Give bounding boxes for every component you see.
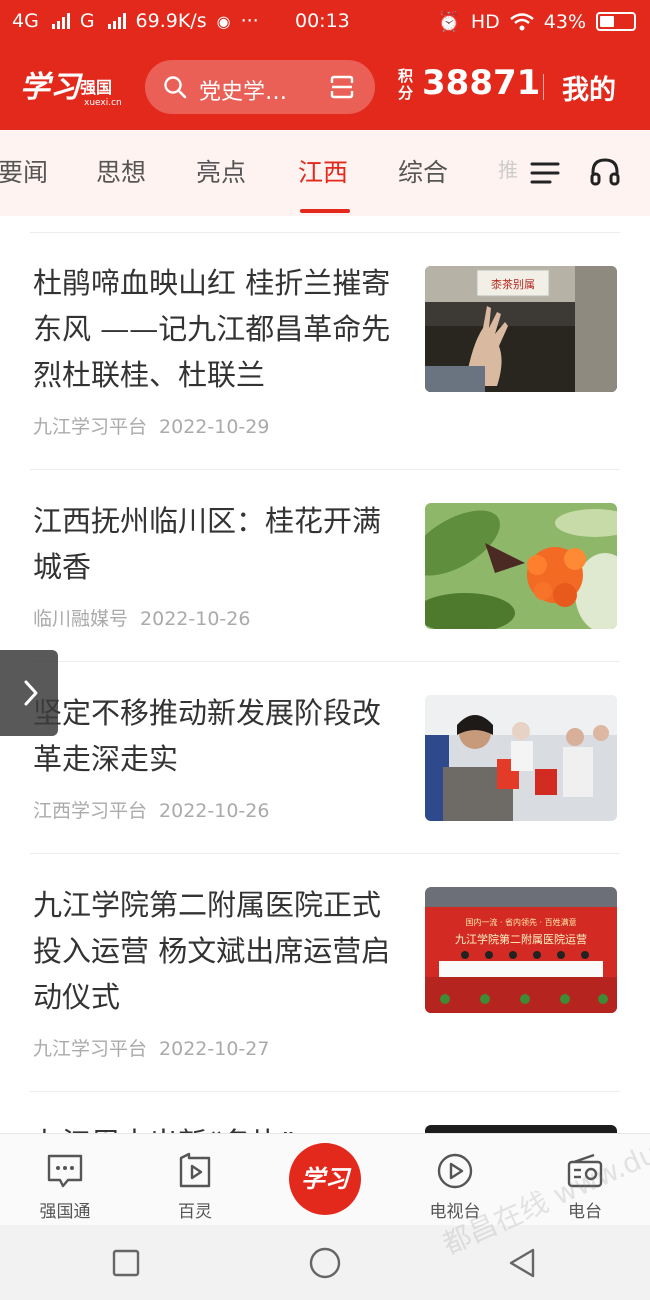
tab-zonghe[interactable]: 综合 [398,153,448,189]
score-label: 积分 [398,67,414,102]
thumbnail-banner-line1: 国内一流 · 省内领先 · 百姓满意 [465,917,576,927]
divider [30,661,620,662]
article-meta: 九江学习平台 2022-10-29 [33,412,269,439]
article-date: 2022-10-26 [159,800,270,822]
search-icon [164,76,187,99]
alarm-icon: ⏰ [437,11,461,33]
side-expand-button[interactable] [0,650,58,736]
status-bar: 4G G 69.9K/s ◉ ··· 00:13 ⏰ HD 43% [0,0,650,44]
tab-yaowen[interactable]: 要闻 [0,153,48,189]
divider [30,1091,620,1092]
app-header: 学习 强国 xuexi.cn 党史学… 积分 38871 我的 [0,44,650,130]
thumbnail-banner-line2: 九江学院第二附属医院运营 [455,932,587,946]
network-4g: 4G [12,10,39,32]
article-title[interactable]: 杜鹃啼血映山红 桂折兰摧寄东风 ——记九江都昌革命先烈杜联桂、杜联兰 [33,260,393,398]
tab-sixiang[interactable]: 思想 [96,153,146,189]
article-source: 九江学习平台 [33,1038,148,1060]
notification-icon: ◉ [216,11,231,31]
xuexi-center-button[interactable]: 学习 [289,1143,361,1215]
chevron-right-icon [24,680,38,706]
tab-jiangxi[interactable]: 江西 [298,153,348,189]
article-meta: 九江学习平台 2022-10-27 [33,1034,269,1061]
hd-label: HD [470,10,500,33]
article-meta: 江西学习平台 2022-10-26 [33,796,269,823]
divider [30,853,620,854]
app-logo[interactable]: 学习 强国 xuexi.cn [20,62,130,108]
article-title[interactable]: 九江学院第二附属医院正式投入运营 杨文斌出席运营启动仪式 [33,882,393,1020]
network-speed: 69.9K/s [135,10,207,32]
article-thumbnail[interactable]: 国内一流 · 省内领先 · 百姓满意 九江学院第二附属医院运营 [425,887,617,1013]
home-icon[interactable] [309,1247,341,1279]
search-placeholder: 党史学… [199,80,288,105]
article-thumbnail[interactable] [425,503,617,629]
article-source: 临川融媒号 [33,608,129,630]
article-date: 2022-10-27 [159,1038,270,1060]
nav-label: 百灵 [178,1202,212,1222]
play-circle-icon [437,1153,473,1189]
article-thumbnail[interactable] [425,695,617,821]
network-g: G [79,10,95,32]
headset-icon[interactable] [589,156,621,188]
clock: 00:13 [295,10,350,32]
active-tab-indicator [300,209,350,213]
nav-bailing[interactable]: 百灵 [140,1134,250,1226]
article-date: 2022-10-29 [159,416,270,438]
wifi-icon [509,12,534,30]
tab-liangdian[interactable]: 亮点 [196,153,246,189]
header-divider [543,74,544,100]
thumbnail-sign-text: 桼茶别属 [491,278,535,291]
chat-icon [47,1154,83,1188]
divider [30,232,620,233]
system-nav-bar [0,1225,650,1300]
nav-label: 强国通 [39,1202,91,1222]
back-icon[interactable] [507,1247,537,1279]
article-date: 2022-10-26 [140,608,251,630]
article-source: 江西学习平台 [33,800,148,822]
recent-apps-icon[interactable] [112,1249,140,1277]
article-thumbnail[interactable]: 桼茶别属 [425,266,617,392]
battery-icon [596,12,636,31]
more-indicator: ··· [240,10,259,32]
menu-icon[interactable] [530,160,560,186]
signal-icon-2 [107,13,126,29]
signal-icon [51,13,70,29]
mine-button[interactable]: 我的 [562,68,616,107]
tab-overflow[interactable]: 推 [498,154,518,183]
article-source: 九江学习平台 [33,416,148,438]
score-value[interactable]: 38871 [422,63,540,103]
article-title[interactable]: 坚定不移推动新发展阶段改革走深走实 [33,690,393,782]
play-square-icon [179,1152,211,1188]
search-bar[interactable]: 党史学… [145,60,375,114]
battery-percent: 43% [543,10,586,33]
channel-tabs: 要闻 思想 亮点 江西 综合 推 [0,130,650,216]
scan-icon[interactable] [329,74,355,100]
article-meta: 临川融媒号 2022-10-26 [33,604,250,631]
article-title[interactable]: 江西抚州临川区：桂花开满城香 [33,498,393,590]
nav-qiangguotong[interactable]: 强国通 [10,1134,120,1226]
divider [30,469,620,470]
